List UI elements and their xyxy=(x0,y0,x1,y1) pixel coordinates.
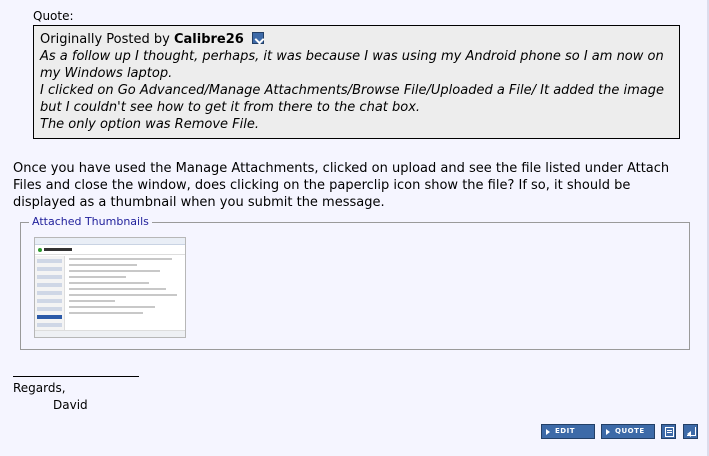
thumbnail-content xyxy=(69,258,183,328)
quote-block: Originally Posted by Calibre26 As a foll… xyxy=(33,25,680,139)
thumbnail-sidebar xyxy=(35,256,65,335)
multiquote-icon[interactable] xyxy=(661,424,676,439)
quote-line: The only option was Remove File. xyxy=(40,117,259,132)
attached-thumbnails-box: Attached Thumbnails xyxy=(20,215,690,350)
thumbnail-header xyxy=(35,245,185,255)
attachment-thumbnail[interactable] xyxy=(34,237,186,338)
thumbnail-titlebar xyxy=(35,238,185,245)
post-container: Quote: Originally Posted by Calibre26 As… xyxy=(0,0,709,456)
edit-button[interactable]: EDIT xyxy=(541,424,595,439)
quote-label: Quote: xyxy=(33,9,74,23)
quote-line: I clicked on Go Advanced/Manage Attachme… xyxy=(40,83,665,115)
view-post-icon[interactable] xyxy=(251,32,264,44)
signature-line-1: Regards, xyxy=(13,381,66,395)
quote-header: Originally Posted by Calibre26 xyxy=(40,31,673,48)
quote-button[interactable]: QUOTE xyxy=(601,424,655,439)
message-text: Once you have used the Manage Attachment… xyxy=(13,161,670,210)
signature-line-2: David xyxy=(53,398,88,412)
attached-thumbnails-legend: Attached Thumbnails xyxy=(29,215,152,229)
quote-line: As a follow up I thought, perhaps, it wa… xyxy=(40,49,664,81)
thumbnail-footer xyxy=(35,330,185,337)
quote-author: Calibre26 xyxy=(173,32,244,47)
quote-posted-by-label: Originally Posted by xyxy=(40,32,170,47)
signature-divider xyxy=(13,376,139,377)
quick-reply-icon[interactable] xyxy=(683,424,698,439)
signature: Regards, David xyxy=(13,380,88,414)
